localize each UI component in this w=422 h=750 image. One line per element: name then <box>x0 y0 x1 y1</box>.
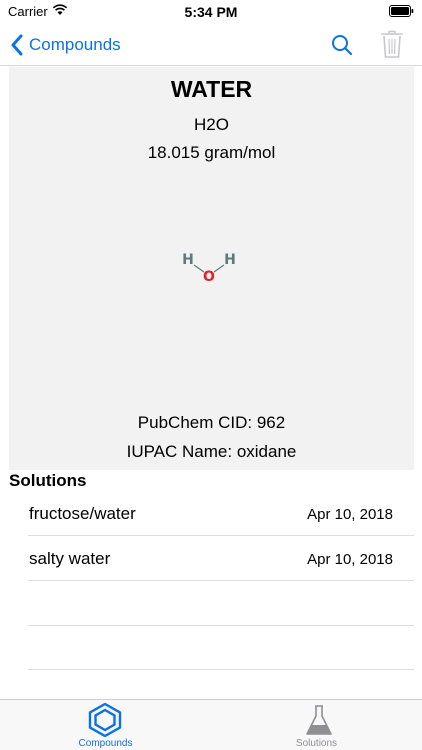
tab-compounds[interactable]: Compounds <box>0 700 211 750</box>
solution-date: Apr 10, 2018 <box>307 551 393 568</box>
tab-bar: Compounds Solutions <box>0 699 422 750</box>
solution-date: Apr 10, 2018 <box>307 506 393 523</box>
structure-atom-h-left: H <box>182 252 194 268</box>
structure-atom-h-right: H <box>224 252 236 268</box>
pubchem-cid: PubChem CID: 962 <box>137 413 286 432</box>
molecule-structure-image: H O H <box>182 252 236 285</box>
battery-icon <box>389 5 414 17</box>
navigation-bar: Compounds <box>0 24 422 66</box>
empty-list-row <box>28 626 414 670</box>
solution-name: salty water <box>29 549 111 568</box>
solutions-section-header: Solutions <box>9 471 87 490</box>
back-button[interactable]: Compounds <box>10 32 121 58</box>
iupac-name: IUPAC Name: oxidane <box>126 442 297 461</box>
compound-molar-mass: 18.015 gram/mol <box>147 143 276 162</box>
compound-card: WATER H2O 18.015 gram/mol H O H PubChem … <box>9 67 414 470</box>
empty-list-row <box>28 582 414 626</box>
solution-row[interactable]: fructose/water Apr 10, 2018 <box>28 492 414 536</box>
chevron-left-icon <box>11 34 23 56</box>
trash-icon[interactable] <box>380 29 404 59</box>
status-time: 5:34 PM <box>184 4 238 20</box>
tab-solutions-label: Solutions <box>295 738 338 749</box>
status-bar: Carrier 5:34 PM <box>0 0 422 24</box>
structure-atom-o: O <box>203 269 215 285</box>
back-button-label: Compounds <box>29 35 121 54</box>
search-icon[interactable] <box>330 33 354 57</box>
hexagon-icon <box>88 703 122 737</box>
compound-name: WATER <box>170 76 253 102</box>
tab-compounds-label: Compounds <box>78 738 133 749</box>
compound-formula: H2O <box>194 115 229 134</box>
solution-name: fructose/water <box>29 504 136 523</box>
flask-icon <box>306 705 332 735</box>
solution-row[interactable]: salty water Apr 10, 2018 <box>28 537 414 581</box>
tab-solutions[interactable]: Solutions <box>211 700 422 750</box>
